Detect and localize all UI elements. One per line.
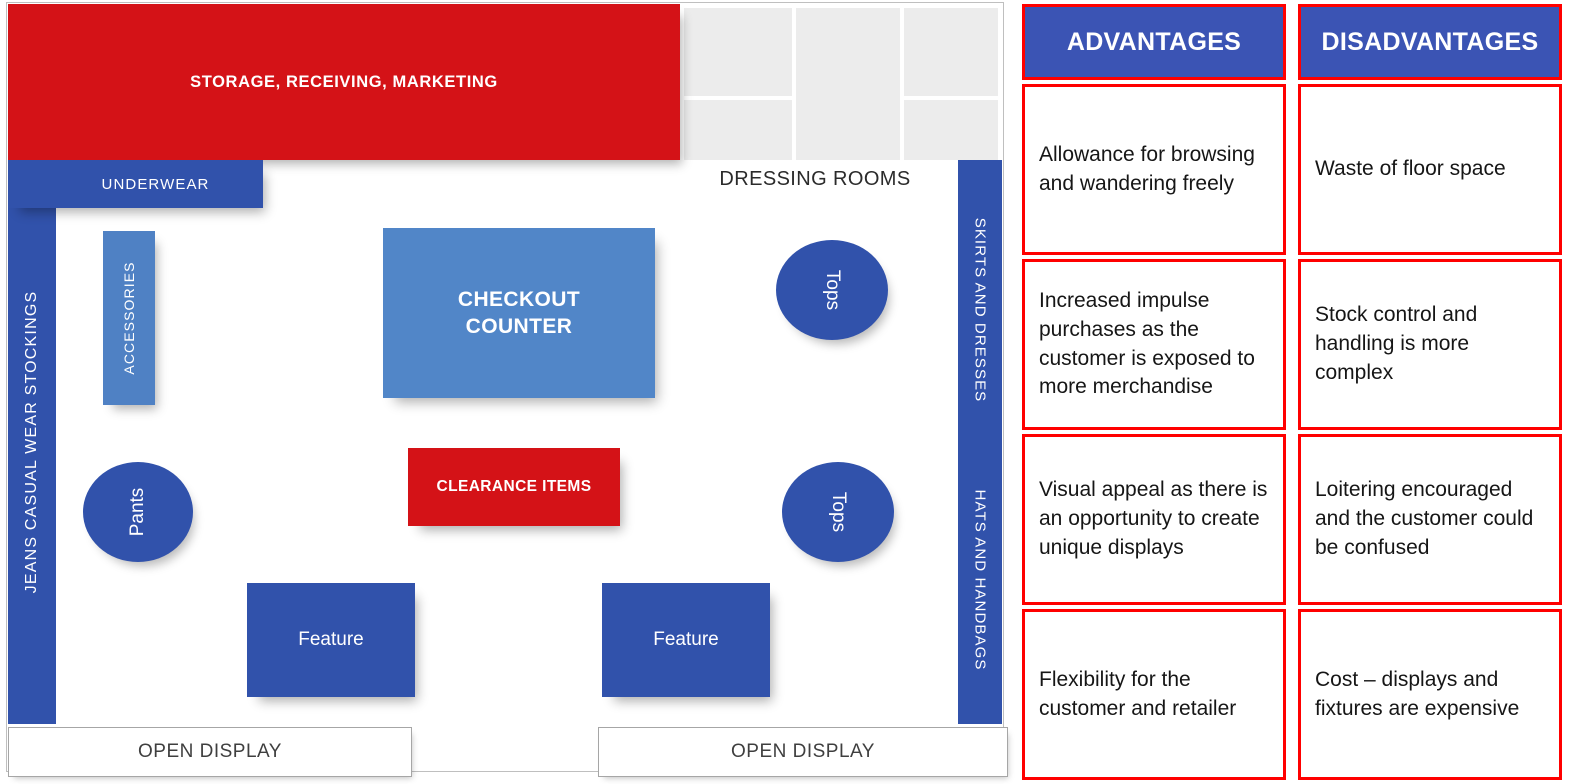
advantage-text-4: Flexibility for the customer and retaile… (1039, 667, 1237, 720)
open-display-right-label: OPEN DISPLAY (731, 741, 875, 762)
disadvantage-cell-4: Cost – displays and fixtures are expensi… (1298, 609, 1562, 780)
tops-lower-label: Tops (828, 491, 849, 533)
dressing-room-cell (796, 8, 900, 160)
table-header-advantages: ADVANTAGES (1022, 4, 1286, 80)
underwear-label: UNDERWEAR (101, 175, 210, 193)
underwear-fixture: UNDERWEAR (8, 160, 263, 208)
open-display-left: OPEN DISPLAY (8, 727, 412, 777)
accessories-fixture: ACCESSORIES (103, 231, 155, 405)
table-header-disadvantages: DISADVANTAGES (1298, 4, 1562, 80)
tops-upper-label: Tops (822, 269, 843, 311)
disadvantage-cell-3: Loitering encouraged and the customer co… (1298, 434, 1562, 605)
store-floor-plan: STORAGE, RECEIVING, MARKETING DRESSING R… (0, 0, 1010, 784)
dressing-room-cell (904, 100, 998, 160)
right-wall-label-hats-handbags: HATS AND HANDBAGS (971, 489, 989, 671)
disadvantages-header-label: DISADVANTAGES (1321, 27, 1539, 56)
disadvantage-cell-1: Waste of floor space (1298, 84, 1562, 255)
accessories-label: ACCESSORIES (121, 261, 137, 375)
dressing-room-cell (904, 8, 998, 96)
dressing-rooms-label: DRESSING ROOMS (719, 168, 911, 190)
storage-label: STORAGE, RECEIVING, MARKETING (190, 72, 498, 91)
advantage-text-1: Allowance for browsing and wandering fre… (1039, 142, 1255, 195)
feature-display-right: Feature (602, 583, 770, 697)
screenshot-root: STORAGE, RECEIVING, MARKETING DRESSING R… (0, 0, 1570, 784)
feature-right-label: Feature (653, 629, 719, 650)
checkout-counter: CHECKOUT COUNTER (383, 228, 655, 398)
advantage-cell-1: Allowance for browsing and wandering fre… (1022, 84, 1286, 255)
advantage-cell-2: Increased impulse purchases as the custo… (1022, 259, 1286, 430)
dressing-room-cell (684, 8, 792, 96)
disadvantage-cell-2: Stock control and handling is more compl… (1298, 259, 1562, 430)
advantages-header-label: ADVANTAGES (1066, 27, 1242, 56)
tops-display-lower: Tops (782, 462, 894, 562)
clearance-items-fixture: CLEARANCE ITEMS (408, 448, 620, 526)
pants-display: Pants (83, 462, 193, 562)
disadvantage-text-1: Waste of floor space (1315, 157, 1506, 181)
right-wall-fixture: SKIRTS AND DRESSES HATS AND HANDBAGS (958, 160, 1002, 724)
right-wall-label-skirts-dresses: SKIRTS AND DRESSES (971, 217, 989, 403)
disadvantage-text-4: Cost – displays and fixtures are expensi… (1315, 667, 1520, 720)
left-wall-label: JEANS CASUAL WEAR STOCKINGS (23, 290, 40, 594)
advantages-disadvantages-table: ADVANTAGES DISADVANTAGES Allowance for b… (1022, 4, 1562, 780)
disadvantage-text-2: Stock control and handling is more compl… (1315, 303, 1478, 384)
storage-receiving-marketing-area: STORAGE, RECEIVING, MARKETING (8, 4, 680, 160)
pants-label: Pants (127, 487, 148, 537)
clearance-items-label: CLEARANCE ITEMS (436, 478, 592, 495)
advantage-text-2: Increased impulse purchases as the custo… (1039, 288, 1255, 399)
advantage-text-3: Visual appeal as there is an opportunity… (1039, 478, 1268, 559)
open-display-left-label: OPEN DISPLAY (138, 741, 282, 762)
disadvantage-text-3: Loitering encouraged and the customer co… (1315, 478, 1534, 559)
checkout-counter-label: CHECKOUT COUNTER (457, 287, 581, 338)
advantage-cell-4: Flexibility for the customer and retaile… (1022, 609, 1286, 780)
feature-left-label: Feature (298, 629, 364, 650)
feature-display-left: Feature (247, 583, 415, 697)
open-display-right: OPEN DISPLAY (598, 727, 1008, 777)
left-wall-fixture: JEANS CASUAL WEAR STOCKINGS (8, 160, 56, 724)
tops-display-upper: Tops (776, 240, 888, 340)
advantage-cell-3: Visual appeal as there is an opportunity… (1022, 434, 1286, 605)
dressing-room-cell (684, 100, 792, 160)
